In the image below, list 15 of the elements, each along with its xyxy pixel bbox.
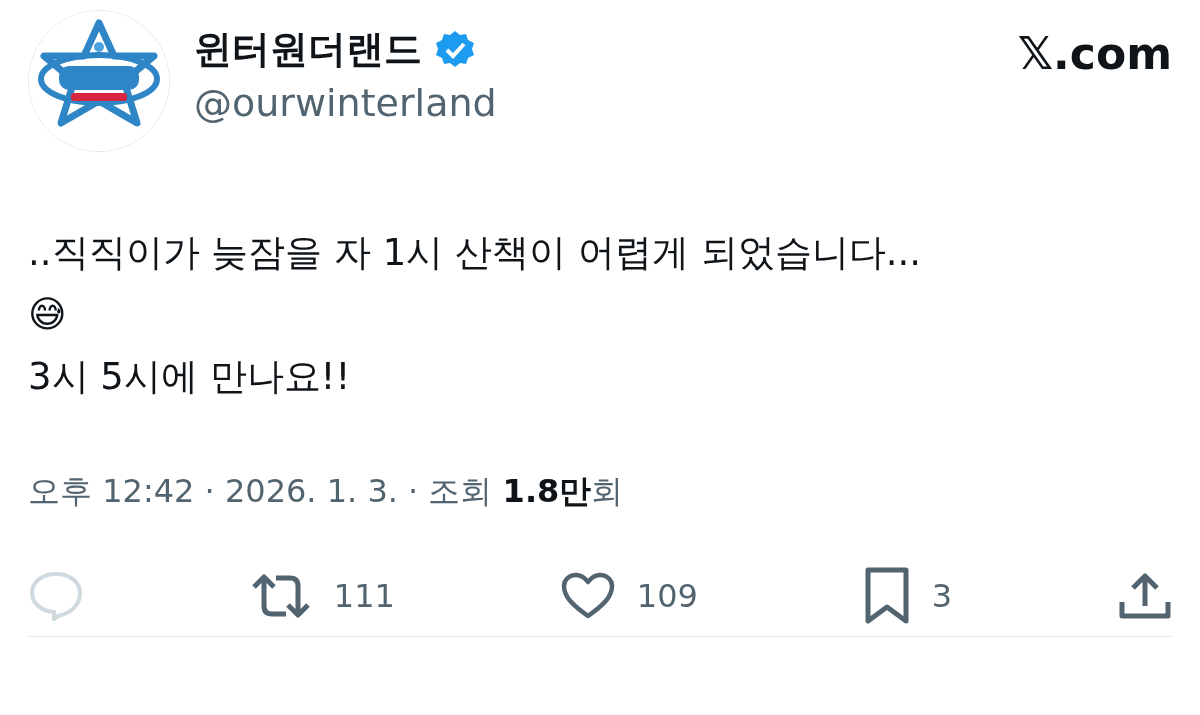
bookmark-button[interactable]: 3: [863, 567, 953, 625]
account-name[interactable]: 윈터원더랜드: [194, 24, 422, 75]
speech-bubble-icon: [28, 571, 84, 621]
post-text-line: ..직직이가 늦잠을 자 1시 산책이 어렵게 되었습니다...: [28, 230, 922, 276]
post-meta: 오후 12:42 · 2026. 1. 3. · 조회 1.8만회: [28, 471, 625, 512]
account-handle[interactable]: @ourwinterland: [194, 81, 994, 125]
post-text-line: 3시 5시에 만나요!!: [28, 354, 352, 400]
heart-icon: [560, 572, 615, 620]
post-text-line: 😅: [28, 292, 68, 338]
share-button[interactable]: [1117, 572, 1172, 620]
site-name: 𝕏.com: [1017, 27, 1172, 79]
bookmark-icon: [863, 567, 910, 625]
like-button[interactable]: 109: [560, 572, 698, 620]
retweet-button[interactable]: 111: [249, 573, 395, 619]
share-icon: [1117, 572, 1172, 620]
